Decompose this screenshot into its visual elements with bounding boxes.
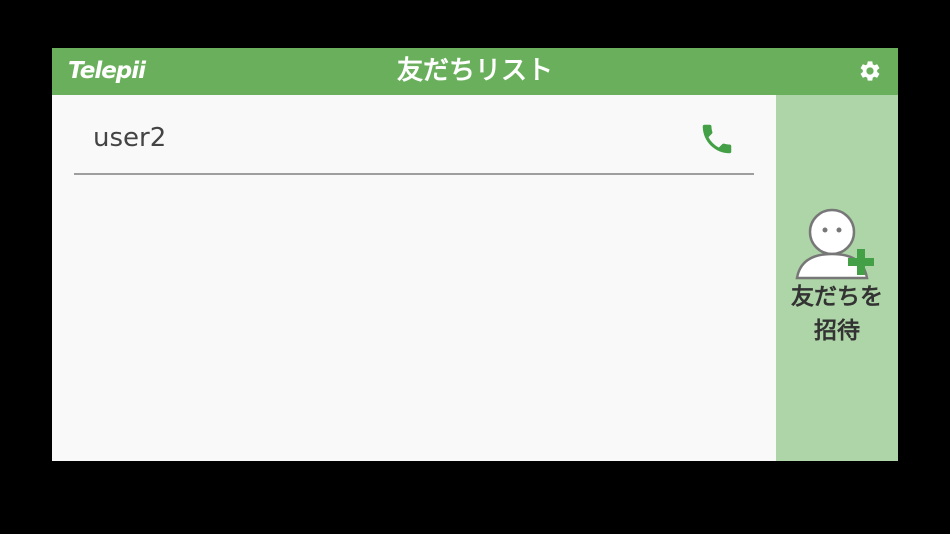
phone-icon	[702, 124, 732, 154]
page-title: 友だちリスト	[396, 56, 553, 86]
header-bar: Telepii 友だちリスト	[52, 48, 898, 95]
invite-friends-button[interactable]: 友だちを 招待	[776, 95, 898, 461]
invite-label-line1: 友だちを	[791, 284, 883, 310]
friend-name: user2	[93, 123, 167, 153]
friend-list: user2	[52, 95, 776, 461]
settings-button[interactable]	[858, 59, 882, 83]
app-window: Telepii 友だちリスト user2 友だちを 招待	[52, 48, 898, 461]
invite-label-line2: 招待	[814, 318, 860, 344]
add-person-icon	[795, 208, 874, 280]
invite-label: 友だちを 招待	[776, 280, 898, 348]
gear-icon	[860, 61, 880, 81]
friend-row[interactable]: user2	[74, 95, 754, 175]
call-button[interactable]	[698, 120, 736, 158]
